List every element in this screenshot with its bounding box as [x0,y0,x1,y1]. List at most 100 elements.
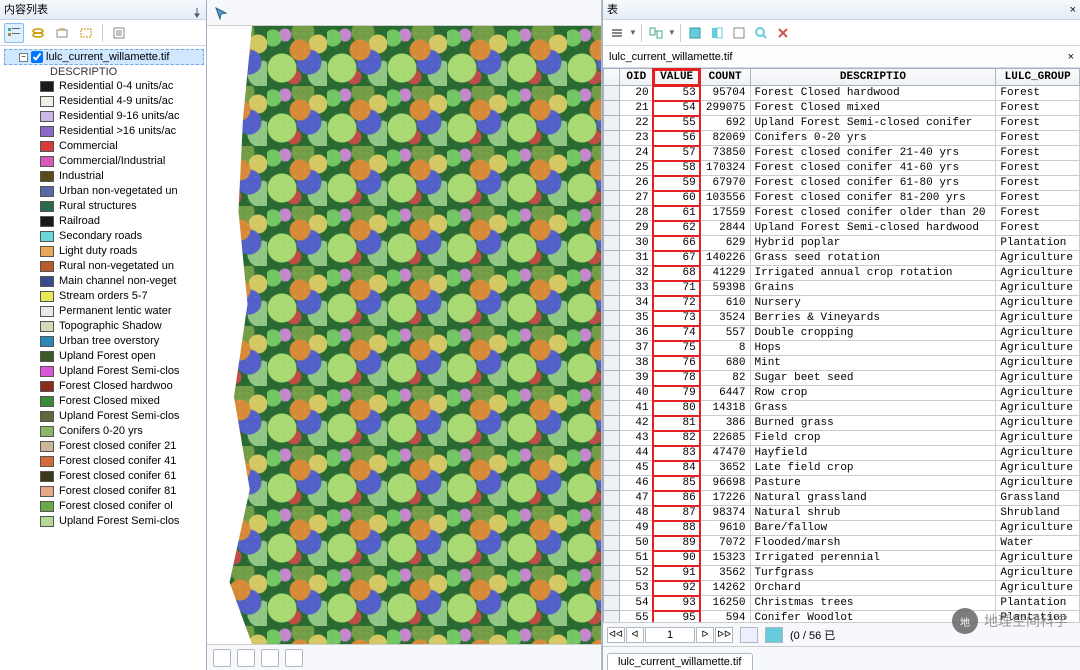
row-selector[interactable] [604,86,620,101]
row-selector[interactable] [604,206,620,221]
list-by-selection-button[interactable] [76,23,96,43]
table-row[interactable]: 2154299075Forest Closed mixedForest [604,101,1080,116]
switch-selection-button[interactable] [707,23,727,43]
legend-item[interactable]: Rural structures [2,199,206,214]
legend-item[interactable]: Forest closed conifer 41 [2,454,206,469]
table-row[interactable]: 2760103556Forest closed conifer 81-200 y… [604,191,1080,206]
legend-item[interactable]: Residential 0-4 units/ac [2,79,206,94]
legend-item[interactable]: Urban non-vegetated un [2,184,206,199]
legend-item[interactable]: Upland Forest Semi-clos [2,514,206,529]
row-selector[interactable] [604,236,620,251]
row-selector[interactable] [604,536,620,551]
legend-item[interactable]: Stream orders 5-7 [2,289,206,304]
dropdown-icon[interactable]: ▼ [629,28,637,37]
close-tab-icon[interactable]: × [1068,51,1074,63]
table-row[interactable]: 2558170324Forest closed conifer 41-60 yr… [604,161,1080,176]
table-row[interactable]: 45843652Late field cropAgriculture [604,461,1080,476]
row-selector[interactable] [604,596,620,611]
row-selector[interactable] [604,506,620,521]
table-row[interactable]: 286117559Forest closed conifer older tha… [604,206,1080,221]
row-selector[interactable] [604,521,620,536]
legend-item[interactable]: Forest closed conifer 81 [2,484,206,499]
legend-item[interactable]: Forest closed conifer 61 [2,469,206,484]
last-record-button[interactable]: ᐅᐅ [715,627,733,643]
row-selector[interactable] [604,266,620,281]
table-layer-tab[interactable]: lulc_current_willamette.tif × [603,46,1080,68]
row-selector[interactable] [604,611,620,623]
table-row[interactable]: 37758HopsAgriculture [604,341,1080,356]
options-button[interactable] [109,23,129,43]
layer-visibility-checkbox[interactable] [31,51,43,63]
column-header[interactable]: DESCRIPTIO [750,69,996,86]
list-by-visibility-button[interactable] [52,23,72,43]
pin-icon[interactable] [192,5,202,15]
table-row[interactable]: 478617226Natural grasslandGrassland [604,491,1080,506]
attribute-datagrid[interactable]: OIDVALUECOUNTDESCRIPTIOLULC_GROUP 205395… [603,68,1080,622]
list-by-source-button[interactable] [28,23,48,43]
table-row[interactable]: 265967970Forest closed conifer 61-80 yrs… [604,176,1080,191]
row-selector[interactable] [604,371,620,386]
legend-item[interactable]: Forest Closed hardwoo [2,379,206,394]
row-selector[interactable] [604,161,620,176]
table-row[interactable]: 2255692Upland Forest Semi-closed conifer… [604,116,1080,131]
table-row[interactable]: 448347470HayfieldAgriculture [604,446,1080,461]
legend-item[interactable]: Residential 9-16 units/ac [2,109,206,124]
row-selector[interactable] [604,326,620,341]
table-row[interactable]: 438222685Field cropAgriculture [604,431,1080,446]
table-row[interactable]: 245773850Forest closed conifer 21-40 yrs… [604,146,1080,161]
list-by-drawing-order-button[interactable] [4,23,24,43]
dropdown-icon[interactable]: ▼ [668,28,676,37]
legend-item[interactable]: Topographic Shadow [2,319,206,334]
row-selector[interactable] [604,251,620,266]
legend-item[interactable]: Forest Closed mixed [2,394,206,409]
record-number-input[interactable] [645,627,695,643]
legend-item[interactable]: Permanent lentic water [2,304,206,319]
legend-item[interactable]: Rural non-vegetated un [2,259,206,274]
refresh-button[interactable] [261,649,279,667]
show-selected-button[interactable] [765,627,783,643]
column-header[interactable]: COUNT [700,69,750,86]
legend-item[interactable]: Light duty roads [2,244,206,259]
table-row[interactable]: 29622844Upland Forest Semi-closed hardwo… [604,221,1080,236]
legend-item[interactable]: Commercial/Industrial [2,154,206,169]
row-selector[interactable] [604,491,620,506]
table-row[interactable]: 5595594Conifer WoodlotPlantation [604,611,1080,623]
table-row[interactable]: 3472610NurseryAgriculture [604,296,1080,311]
row-selector[interactable] [604,416,620,431]
table-row[interactable]: 205395704Forest Closed hardwoodForest [604,86,1080,101]
row-selector[interactable] [604,296,620,311]
map-canvas[interactable] [207,26,601,644]
row-selector[interactable] [604,551,620,566]
row-selector[interactable] [604,356,620,371]
legend-item[interactable]: Residential 4-9 units/ac [2,94,206,109]
legend-item[interactable]: Forest closed conifer ol [2,499,206,514]
row-selector[interactable] [604,191,620,206]
close-icon[interactable]: × [1070,0,1076,19]
table-row[interactable]: 235682069Conifers 0-20 yrsForest [604,131,1080,146]
row-selector[interactable] [604,146,620,161]
column-header[interactable]: OID [620,69,654,86]
table-row[interactable]: 468596698PastureAgriculture [604,476,1080,491]
legend-item[interactable]: Railroad [2,214,206,229]
show-all-button[interactable] [740,627,758,643]
row-selector[interactable] [604,581,620,596]
legend-item[interactable]: Forest closed conifer 21 [2,439,206,454]
table-row[interactable]: 40796447Row cropAgriculture [604,386,1080,401]
row-selector[interactable] [604,461,620,476]
column-header[interactable]: LULC_GROUP [996,69,1080,86]
previous-record-button[interactable]: ᐊ [626,627,644,643]
table-row[interactable]: 326841229Irrigated annual crop rotationA… [604,266,1080,281]
table-row[interactable]: 418014318GrassAgriculture [604,401,1080,416]
legend-item[interactable]: Upland Forest Semi-clos [2,409,206,424]
legend-item[interactable]: Secondary roads [2,229,206,244]
row-selector[interactable] [604,566,620,581]
delete-selected-button[interactable] [773,23,793,43]
row-selector[interactable] [604,446,620,461]
row-selector[interactable] [604,281,620,296]
table-row[interactable]: 3066629Hybrid poplarPlantation [604,236,1080,251]
table-row[interactable]: 549316250Christmas treesPlantation [604,596,1080,611]
table-row[interactable]: 539214262OrchardAgriculture [604,581,1080,596]
column-header[interactable] [604,69,620,86]
pause-drawing-button[interactable] [285,649,303,667]
clear-selection-button[interactable] [729,23,749,43]
